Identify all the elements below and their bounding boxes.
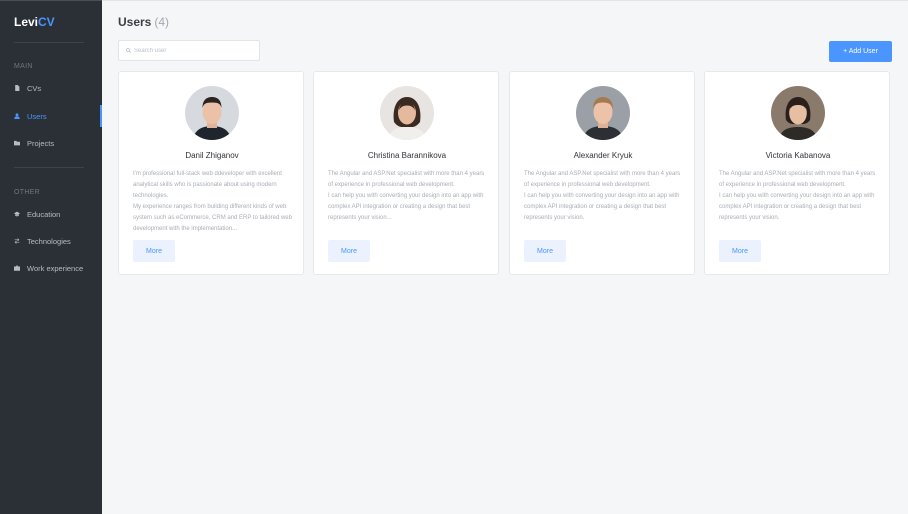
user-name: Christina Barannikova (367, 151, 447, 160)
description-paragraph: I can help you with converting your desi… (719, 193, 875, 221)
user-name: Victoria Kabanova (765, 151, 831, 160)
user-card: Victoria Kabanova The Angular and ASP.Ne… (704, 71, 890, 275)
user-count: (4) (154, 15, 170, 29)
avatar (771, 86, 825, 140)
folder-icon (14, 140, 20, 146)
brand-accent: CV (38, 15, 55, 29)
swap-arrows-icon (14, 238, 20, 244)
more-button[interactable]: More (524, 240, 566, 262)
sidebar-divider (14, 167, 84, 168)
more-button[interactable]: More (328, 240, 370, 262)
description-paragraph: My experience ranges from building diffe… (133, 204, 292, 232)
sidebar-item-label: Users (27, 111, 47, 121)
sidebar-divider (14, 42, 84, 43)
sidebar-item-label: Projects (27, 138, 55, 148)
description-paragraph: I can help you with converting your desi… (328, 193, 484, 221)
brand-prefix: Levi (14, 15, 39, 29)
sidebar: LeviCV MAIN CVs Users Projects OTHER Edu… (0, 0, 102, 514)
briefcase-icon (14, 265, 20, 271)
search-icon (126, 48, 131, 53)
avatar (185, 86, 239, 140)
user-card: Alexander Kryuk The Angular and ASP.Net … (509, 71, 695, 275)
more-button[interactable]: More (719, 240, 761, 262)
search-input[interactable] (134, 47, 254, 54)
document-icon (14, 85, 20, 91)
sidebar-item-label: Work experience (27, 263, 84, 273)
sidebar-item-label: Education (27, 209, 61, 219)
page-title-text: Users (118, 15, 152, 29)
avatar (380, 86, 434, 140)
description-paragraph: The Angular and ASP.Net specialist with … (719, 171, 876, 188)
user-card: Danil Zhiganov I'm professional full-sta… (118, 71, 304, 275)
brand-logo[interactable]: LeviCV (14, 15, 55, 29)
user-description: The Angular and ASP.Net specialist with … (524, 169, 684, 224)
sidebar-item-education[interactable]: Education (0, 203, 102, 225)
sidebar-item-label: Technologies (27, 236, 71, 246)
sidebar-item-users[interactable]: Users (0, 105, 102, 127)
sidebar-item-cvs[interactable]: CVs (0, 77, 102, 99)
user-description: The Angular and ASP.Net specialist with … (719, 169, 879, 224)
add-user-button[interactable]: + Add User (829, 41, 892, 62)
description-paragraph: I can help you with converting your desi… (524, 193, 680, 221)
more-button[interactable]: More (133, 240, 175, 262)
graduation-cap-icon (14, 211, 20, 217)
sidebar-item-technologies[interactable]: Technologies (0, 230, 102, 252)
user-card: Christina Barannikova The Angular and AS… (313, 71, 499, 275)
user-name: Danil Zhiganov (185, 151, 239, 160)
description-paragraph: The Angular and ASP.Net specialist with … (524, 171, 681, 188)
description-paragraph: I'm professional full-stack web ddevelop… (133, 171, 282, 199)
user-name: Alexander Kryuk (573, 151, 633, 160)
user-description: The Angular and ASP.Net specialist with … (328, 169, 488, 224)
sidebar-item-projects[interactable]: Projects (0, 132, 102, 154)
sidebar-item-work-experience[interactable]: Work experience (0, 257, 102, 279)
page-title: Users (4) (118, 15, 169, 29)
user-icon (14, 113, 20, 119)
user-description: I'm professional full-stack web ddevelop… (133, 169, 293, 235)
sidebar-section-other: OTHER (14, 189, 40, 196)
search-box[interactable] (118, 40, 260, 61)
avatar (576, 86, 630, 140)
sidebar-section-main: MAIN (14, 63, 33, 70)
description-paragraph: The Angular and ASP.Net specialist with … (328, 171, 485, 188)
sidebar-item-label: CVs (27, 83, 42, 93)
main-content: Users(4) + Add User Danil Zhiganov I'm p… (102, 0, 908, 514)
